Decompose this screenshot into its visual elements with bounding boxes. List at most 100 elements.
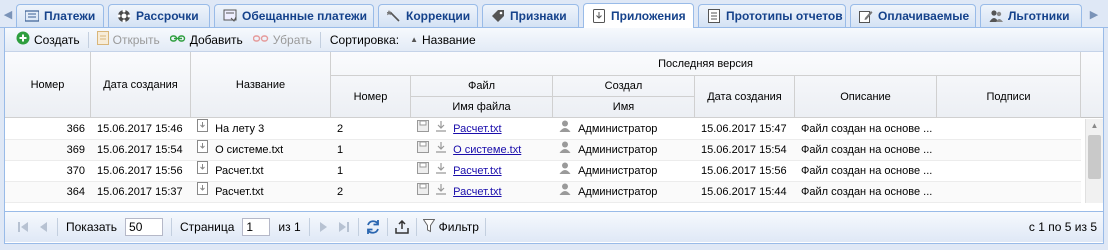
save-icon[interactable]	[417, 182, 429, 202]
cell-file: Расчет.txt	[411, 182, 553, 202]
create-button[interactable]: Создать	[11, 29, 85, 51]
file-download-icon	[197, 140, 208, 160]
cell-description: Файл создан на основе ...	[801, 165, 933, 177]
add-button[interactable]: Добавить	[165, 29, 248, 51]
header-version-number[interactable]: Номер	[331, 76, 411, 118]
save-icon[interactable]	[417, 161, 429, 181]
user-icon	[559, 140, 571, 160]
header-creator: Создал	[553, 76, 695, 97]
file-link[interactable]: Расчет.txt	[453, 123, 501, 135]
cell-created: 15.06.2017 15:56	[97, 165, 183, 177]
header-number[interactable]: Номер	[5, 52, 91, 118]
cell-name-text: На лету 3	[215, 123, 265, 135]
table-row[interactable]: 364 15.06.2017 15:37 Расчет.txt 2 Расчет…	[5, 182, 1081, 203]
cell-signatures	[937, 182, 1081, 202]
user-icon	[559, 119, 571, 139]
scroll-up-icon[interactable]: ▲	[1086, 119, 1103, 133]
remove-button-label: Убрать	[272, 32, 312, 47]
sort-asc-icon: ▲	[410, 35, 418, 44]
pager-separator	[357, 218, 359, 236]
first-page-icon[interactable]	[13, 217, 33, 237]
grid-scrollbar[interactable]: ▲	[1085, 119, 1103, 203]
tab-promised-payments[interactable]: Обещанные платежи	[214, 4, 374, 27]
link-add-icon	[169, 33, 186, 47]
cell-name: На лету 3	[191, 119, 331, 139]
tab-paid[interactable]: Оплачиваемые	[850, 4, 976, 27]
cell-number: 364	[66, 186, 85, 198]
save-icon[interactable]	[417, 140, 429, 160]
cell-signatures	[937, 161, 1081, 181]
page-size-input[interactable]	[125, 218, 164, 236]
file-download-icon	[197, 119, 208, 139]
cell-creator: Администратор	[553, 182, 695, 202]
pager-separator	[415, 218, 417, 236]
tab-scroll-left-icon[interactable]: ◀	[2, 6, 14, 24]
cell-created: 15.06.2017 15:54	[97, 144, 183, 156]
last-page-icon[interactable]	[334, 217, 354, 237]
tab-bar: ◀ Платежи Рассрочки Обещанные платежи Ко…	[0, 0, 1108, 28]
table-row[interactable]: 369 15.06.2017 15:54 О системе.txt 1 О с…	[5, 140, 1081, 161]
save-icon[interactable]	[417, 119, 429, 139]
pager-separator	[57, 218, 58, 236]
download-icon[interactable]	[435, 182, 447, 202]
cell-file: Расчет.txt	[411, 119, 553, 139]
filter-icon	[422, 218, 436, 236]
prev-page-icon[interactable]	[33, 217, 53, 237]
table-row[interactable]: 366 15.06.2017 15:46 На лету 3 2 Расчет.…	[5, 119, 1081, 140]
download-icon[interactable]	[435, 119, 447, 139]
next-page-icon[interactable]	[314, 217, 334, 237]
cell-description: Файл создан на основе ...	[801, 123, 933, 135]
download-icon[interactable]	[435, 140, 447, 160]
open-button[interactable]: Открыть	[92, 29, 165, 51]
page-count: из 1	[278, 220, 301, 234]
tab-installments[interactable]: Рассрочки	[108, 4, 210, 27]
cell-version: 1	[337, 165, 344, 177]
file-link[interactable]: Расчет.txt	[453, 165, 501, 177]
header-description[interactable]: Описание	[795, 76, 937, 118]
header-version-created[interactable]: Дата создания	[695, 76, 795, 118]
tab-attributes[interactable]: Признаки	[482, 4, 579, 27]
cell-name-text: О системе.txt	[215, 144, 284, 156]
remove-button[interactable]: Убрать	[248, 29, 317, 51]
tab-beneficiaries[interactable]: Льготники	[980, 4, 1082, 27]
file-download-icon	[197, 182, 208, 202]
scroll-thumb[interactable]	[1088, 135, 1101, 179]
tab-label: Прототипы отчетов	[726, 9, 843, 23]
page-size-label: Показать	[66, 220, 118, 234]
cell-file: О системе.txt	[411, 140, 553, 160]
header-name[interactable]: Название	[191, 52, 331, 118]
cell-signatures	[937, 140, 1081, 160]
attachments-panel: Создать Открыть Добавить Убрать Сортиров…	[4, 28, 1104, 244]
header-signatures[interactable]: Подписи	[937, 76, 1081, 118]
export-icon[interactable]	[392, 217, 412, 237]
gear-icon	[117, 9, 131, 23]
tab-payments[interactable]: Платежи	[16, 4, 104, 27]
cell-version: 2	[337, 123, 344, 135]
filter-button[interactable]: Фильтр	[421, 216, 481, 238]
header-file-name[interactable]: Имя файла	[411, 97, 553, 118]
tab-corrections[interactable]: Коррекции	[378, 4, 478, 27]
page-input[interactable]	[242, 218, 271, 236]
sort-by-name-button[interactable]: ▲ Название	[405, 29, 481, 51]
link-remove-icon	[252, 33, 269, 47]
file-link[interactable]: О системе.txt	[453, 144, 521, 156]
cell-name: О системе.txt	[191, 140, 331, 160]
header-creator-name[interactable]: Имя	[553, 97, 695, 118]
pager-info: с 1 по 5 из 5	[1028, 220, 1097, 234]
tab-report-prototypes[interactable]: Прототипы отчетов	[698, 4, 846, 27]
file-link[interactable]: Расчет.txt	[453, 186, 501, 198]
header-file: Файл	[411, 76, 553, 97]
add-button-label: Добавить	[189, 32, 243, 47]
download-icon[interactable]	[435, 161, 447, 181]
header-created[interactable]: Дата создания	[91, 52, 191, 118]
tab-attachments[interactable]: Приложения	[583, 3, 694, 28]
refresh-icon[interactable]	[363, 217, 383, 237]
open-button-label: Открыть	[112, 32, 160, 47]
table-row[interactable]: 370 15.06.2017 15:56 Расчет.txt 1 Расчет…	[5, 161, 1081, 182]
cell-description: Файл создан на основе ...	[801, 186, 933, 198]
tab-scroll-right-icon[interactable]: ▶	[1088, 6, 1100, 24]
toolbar-separator	[319, 31, 321, 48]
creator-name: Администратор	[578, 123, 658, 135]
promise-icon	[223, 9, 237, 23]
list-icon	[25, 9, 39, 23]
